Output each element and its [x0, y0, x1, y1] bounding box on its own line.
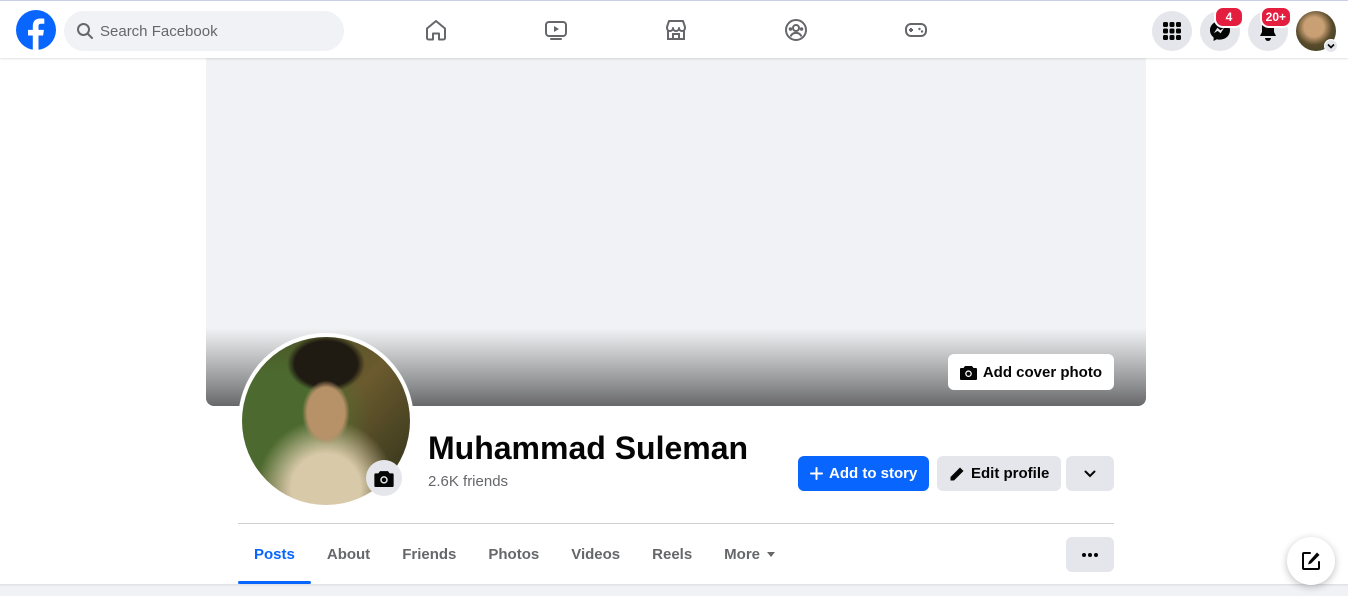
compose-icon: [1302, 552, 1320, 570]
ellipsis-icon: [1082, 552, 1098, 557]
marketplace-icon: [666, 20, 686, 40]
edit-profile-label: Edit profile: [971, 465, 1050, 482]
tab-more[interactable]: More: [708, 524, 792, 584]
chevron-down-icon: [1084, 470, 1096, 477]
more-options-button[interactable]: [1066, 537, 1114, 572]
pencil-icon: [950, 467, 964, 480]
notifications-button[interactable]: 20+: [1248, 6, 1292, 51]
add-to-story-label: Add to story: [829, 465, 918, 482]
grid-menu-icon: [1163, 22, 1181, 40]
tab-videos[interactable]: Videos: [555, 524, 636, 584]
search-icon: [76, 22, 94, 40]
tab-friends[interactable]: Friends: [386, 524, 472, 584]
menu-button[interactable]: [1152, 11, 1192, 51]
tab-photos[interactable]: Photos: [472, 524, 555, 584]
gaming-icon: [905, 23, 927, 37]
profile-dropdown-button[interactable]: [1066, 456, 1114, 491]
tab-posts[interactable]: Posts: [238, 524, 311, 584]
account-controls: 4 20+: [1152, 6, 1338, 53]
camera-icon: [374, 470, 394, 487]
search-input[interactable]: Search Facebook: [64, 11, 344, 51]
facebook-logo-icon[interactable]: [16, 10, 56, 50]
profile-tabs: Posts About Friends Photos Videos Reels …: [238, 524, 792, 584]
nav-home[interactable]: [376, 1, 496, 59]
edit-profile-button[interactable]: Edit profile: [937, 456, 1062, 491]
search-placeholder: Search Facebook: [100, 22, 218, 40]
nav-watch[interactable]: [496, 1, 616, 59]
notifications-badge: 20+: [1259, 6, 1292, 28]
friends-count[interactable]: 2.6K friends: [428, 473, 508, 490]
add-cover-photo-label: Add cover photo: [982, 363, 1102, 381]
messenger-button[interactable]: 4: [1200, 6, 1244, 51]
tab-more-label: More: [724, 545, 761, 563]
profile-name: Muhammad Suleman: [428, 430, 749, 466]
new-message-button[interactable]: [1287, 537, 1335, 585]
top-nav-bar: Search Facebook 4 20+: [0, 0, 1348, 58]
watch-icon: [545, 21, 567, 40]
main-nav: [376, 1, 976, 59]
nav-groups[interactable]: [736, 1, 856, 59]
account-avatar[interactable]: [1296, 11, 1338, 53]
camera-icon: [959, 365, 977, 380]
nav-marketplace[interactable]: [616, 1, 736, 59]
tab-about[interactable]: About: [311, 524, 386, 584]
caret-down-icon: [767, 552, 776, 557]
nav-gaming[interactable]: [856, 1, 976, 59]
add-cover-photo-button[interactable]: Add cover photo: [947, 354, 1114, 390]
messenger-badge: 4: [1214, 6, 1244, 28]
update-profile-picture-button[interactable]: [366, 460, 402, 496]
profile-header: Add cover photo Muhammad Suleman 2.6K fr…: [0, 58, 1348, 584]
groups-icon: [785, 19, 807, 41]
home-icon: [426, 20, 446, 41]
tab-reels[interactable]: Reels: [636, 524, 708, 584]
add-to-story-button[interactable]: Add to story: [798, 456, 930, 491]
plus-icon: [810, 467, 823, 480]
chevron-down-icon: [1324, 39, 1338, 53]
